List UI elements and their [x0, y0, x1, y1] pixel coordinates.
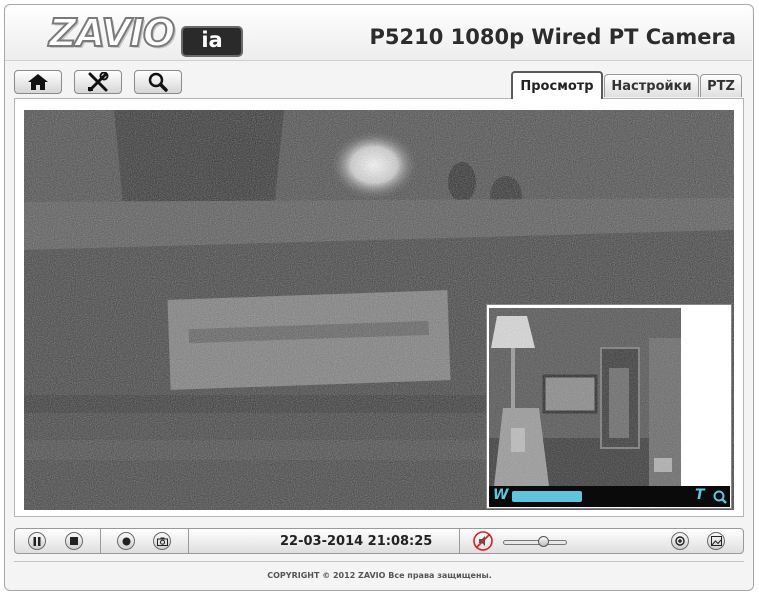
- pause-button[interactable]: [28, 532, 46, 550]
- zoom-magnifier-icon[interactable]: [713, 490, 727, 504]
- footer-divider: [14, 561, 744, 562]
- volume-knob[interactable]: [538, 536, 549, 547]
- zoom-tele-label[interactable]: T: [695, 487, 705, 503]
- search-icon: [148, 72, 168, 92]
- snapshot-icon: [156, 537, 168, 546]
- home-icon: [28, 74, 48, 90]
- ia-badge: ia: [181, 26, 243, 57]
- picture-icon: [710, 536, 722, 546]
- search-button[interactable]: [134, 70, 182, 94]
- zoom-in-icon: [675, 536, 685, 546]
- copyright-text: COPYRIGHT © 2012 ZAVIO Все права защищен…: [267, 571, 492, 580]
- snapshot-button[interactable]: [153, 532, 171, 550]
- pause-icon: [33, 536, 41, 546]
- zoom-slider[interactable]: [512, 491, 582, 502]
- volume-slider[interactable]: [503, 536, 567, 547]
- stop-button[interactable]: [65, 532, 83, 550]
- tab-view[interactable]: Просмотр: [511, 71, 603, 99]
- pip-zoom-bar: W T: [489, 486, 730, 507]
- record-button[interactable]: [117, 532, 135, 550]
- record-icon: [122, 537, 130, 545]
- mute-button[interactable]: [472, 530, 494, 552]
- settings-tools-button[interactable]: [74, 70, 122, 94]
- tools-icon: [88, 72, 109, 92]
- tab-ptz[interactable]: PTZ: [700, 74, 742, 97]
- header: ZAVIO ia P5210 1080p Wired PT Camera: [5, 5, 752, 61]
- home-button[interactable]: [14, 70, 62, 94]
- mute-icon: [473, 531, 493, 551]
- stop-icon: [70, 537, 78, 545]
- zoom-wide-label[interactable]: W: [493, 487, 508, 503]
- separator: [100, 529, 101, 553]
- tab-settings[interactable]: Настройки: [604, 74, 699, 97]
- zoom-in-button[interactable]: [671, 532, 689, 550]
- zavio-logo: ZAVIO: [48, 10, 176, 56]
- pip-frame-image: [489, 308, 681, 486]
- separator: [459, 529, 460, 553]
- model-title: P5210 1080p Wired PT Camera: [369, 25, 736, 49]
- separator: [188, 529, 189, 553]
- datetime-display: 22-03-2014 21:08:25: [280, 534, 433, 549]
- picture-button[interactable]: [707, 532, 725, 550]
- pip-video-stream[interactable]: [489, 308, 681, 486]
